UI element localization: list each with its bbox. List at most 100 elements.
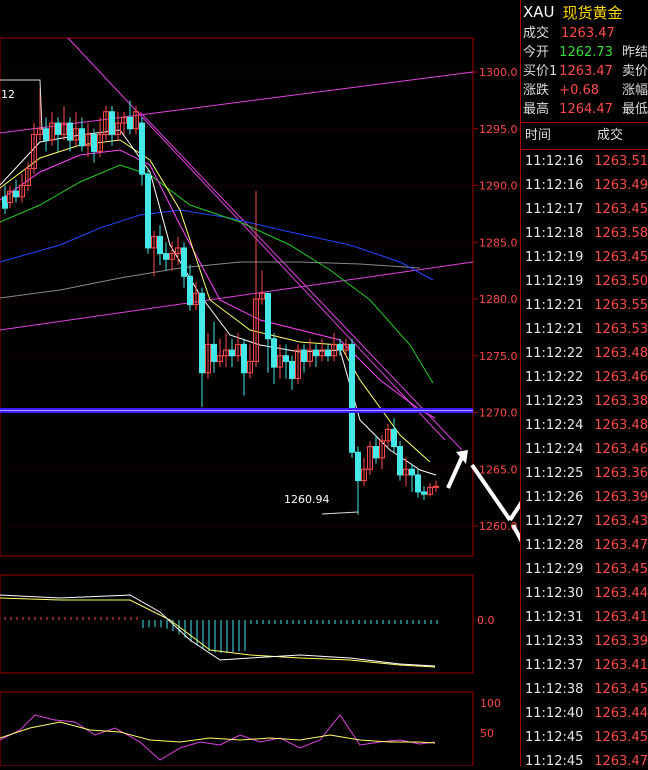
low-annotation-leader bbox=[321, 511, 359, 515]
quote-label: 涨跌 bbox=[523, 83, 550, 98]
tick-row[interactable]: 11:12:31 1263.41 bbox=[521, 606, 648, 630]
tick-row[interactable]: 11:12:16 1263.51 bbox=[521, 150, 648, 174]
candle-body bbox=[211, 343, 217, 362]
tick-row[interactable]: 11:12:24 1263.46 bbox=[521, 438, 648, 462]
tick-row[interactable]: 11:12:27 1263.43 bbox=[521, 510, 648, 534]
tick-row[interactable]: 11:12:26 1263.39 bbox=[521, 486, 648, 510]
tick-row[interactable]: 11:12:37 1263.41 bbox=[521, 654, 648, 678]
tick-price: 1263.46 bbox=[594, 370, 648, 385]
quote-value: 1262.73 bbox=[559, 45, 613, 60]
tick-price: 1263.58 bbox=[594, 226, 648, 241]
candle-body bbox=[79, 128, 85, 147]
tick-time: 11:12:16 bbox=[525, 154, 584, 169]
tick-time: 11:12:16 bbox=[525, 178, 584, 193]
tick-row[interactable]: 11:12:30 1263.44 bbox=[521, 582, 648, 606]
price-axis-label: 1265.0 bbox=[479, 463, 518, 476]
candle-body bbox=[43, 128, 49, 141]
quote-label: 今开 bbox=[523, 45, 550, 60]
tick-row[interactable]: 11:12:16 1263.49 bbox=[521, 174, 648, 198]
quote-row: 今开 1262.73 昨结 bbox=[521, 43, 648, 62]
tick-row[interactable]: 11:12:33 1263.39 bbox=[521, 630, 648, 654]
quote-header: XAU 现货黄金 bbox=[521, 0, 648, 24]
tick-row[interactable]: 11:12:45 1263.45 bbox=[521, 726, 648, 750]
macd-dif-line bbox=[0, 594, 436, 667]
tick-row[interactable]: 11:12:22 1263.48 bbox=[521, 342, 648, 366]
quote-value: 1263.47 bbox=[561, 26, 615, 41]
candle-body bbox=[355, 451, 361, 482]
symbol-name: 现货黄金 bbox=[562, 3, 623, 22]
candle-body bbox=[127, 116, 133, 130]
tick-row[interactable]: 11:12:25 1263.36 bbox=[521, 462, 648, 486]
projection-arrows bbox=[446, 450, 594, 676]
candle-body bbox=[55, 122, 61, 135]
tick-row[interactable]: 11:12:45 1263.47 bbox=[521, 750, 648, 766]
tick-row[interactable]: 11:12:22 1263.46 bbox=[521, 366, 648, 390]
osc-line-1 bbox=[0, 714, 436, 761]
price-axis-label: 1270.0 bbox=[479, 407, 518, 420]
candle-body bbox=[145, 173, 151, 249]
low-annotation-label: 1260.94 bbox=[284, 493, 330, 506]
tick-time: 11:12:30 bbox=[525, 586, 584, 601]
tick-price: 1263.53 bbox=[594, 322, 648, 337]
tick-time: 11:12:25 bbox=[525, 466, 584, 481]
macd-dea-line bbox=[0, 597, 436, 668]
tick-time: 11:12:40 bbox=[525, 706, 584, 721]
candle-body bbox=[2, 196, 8, 209]
quote-label: 最高 bbox=[523, 102, 550, 117]
tick-time: 11:12:21 bbox=[525, 298, 584, 313]
tick-time: 11:12:22 bbox=[525, 370, 584, 385]
candle-body bbox=[391, 429, 397, 448]
kline-chart-svg[interactable]: 1300.0 1295.0 1290.0 1285.0 1280.0 1275.0 1270… bbox=[0, 0, 594, 767]
arrow-up-small bbox=[446, 456, 464, 489]
tick-time: 11:12:22 bbox=[525, 346, 584, 361]
osc-axis-100: 100 bbox=[480, 697, 501, 710]
quote-row: 成交 1263.47 bbox=[521, 24, 648, 43]
tick-row[interactable]: 11:12:38 1263.45 bbox=[521, 678, 648, 702]
tick-row[interactable]: 11:12:29 1263.45 bbox=[521, 558, 648, 582]
tick-row[interactable]: 11:12:28 1263.47 bbox=[521, 534, 648, 558]
tick-row[interactable]: 11:12:21 1263.55 bbox=[521, 294, 648, 318]
candle-body bbox=[337, 343, 343, 351]
quote-extra-label: 最低 bbox=[621, 102, 648, 117]
tick-row[interactable]: 11:12:18 1263.58 bbox=[521, 222, 648, 246]
candle-body bbox=[397, 446, 403, 476]
candle-body bbox=[139, 122, 145, 175]
tick-row[interactable]: 11:12:40 1263.44 bbox=[521, 702, 648, 726]
tick-price: 1263.39 bbox=[594, 490, 648, 505]
tick-row[interactable]: 11:12:19 1263.45 bbox=[521, 246, 648, 270]
ma5-line bbox=[0, 129, 437, 476]
tick-price: 1263.55 bbox=[594, 298, 648, 313]
price-axis-label: 1290.0 bbox=[479, 180, 518, 193]
tick-row[interactable]: 11:12:17 1263.45 bbox=[521, 198, 648, 222]
tick-time: 11:12:33 bbox=[525, 634, 584, 649]
tick-time: 11:12:31 bbox=[525, 610, 584, 625]
tick-time: 11:12:45 bbox=[525, 754, 584, 766]
tick-row[interactable]: 11:12:23 1263.38 bbox=[521, 390, 648, 414]
tick-time: 11:12:24 bbox=[525, 442, 584, 457]
quote-label: 买价1 bbox=[523, 64, 558, 79]
candle-body bbox=[241, 343, 247, 374]
ticks-header: 时间 成交 bbox=[521, 123, 648, 150]
tick-row[interactable]: 11:12:21 1263.53 bbox=[521, 318, 648, 342]
tick-price: 1263.50 bbox=[594, 274, 648, 289]
tick-price: 1263.45 bbox=[594, 682, 648, 697]
tick-price: 1263.45 bbox=[594, 202, 648, 217]
tick-price: 1263.44 bbox=[594, 706, 648, 721]
kline-chart-area[interactable]: 1300.0 1295.0 1290.0 1285.0 1280.0 1275.0 1270… bbox=[0, 0, 594, 767]
osc-frame bbox=[0, 691, 474, 767]
osc-line-2 bbox=[0, 721, 436, 744]
tick-price: 1263.49 bbox=[594, 178, 648, 193]
oscillator-indicator bbox=[0, 714, 436, 761]
candle-body bbox=[325, 349, 331, 357]
tick-row[interactable]: 11:12:24 1263.48 bbox=[521, 414, 648, 438]
tick-row[interactable]: 11:12:19 1263.50 bbox=[521, 270, 648, 294]
quote-row: 最高 1264.47 最低 bbox=[521, 100, 648, 119]
tick-list[interactable]: 11:12:16 1263.51 11:12:16 1263.49 11:12:17 12… bbox=[521, 150, 648, 766]
tick-price: 1263.36 bbox=[594, 466, 648, 481]
macd-frame bbox=[0, 574, 474, 674]
ma120-line bbox=[0, 261, 421, 299]
tick-price: 1263.45 bbox=[594, 562, 648, 577]
price-axis: 1300.0 1295.0 1290.0 1285.0 1280.0 1275.0 1270… bbox=[473, 66, 518, 533]
symbol-code: XAU bbox=[523, 3, 555, 21]
candle-body bbox=[181, 247, 187, 277]
